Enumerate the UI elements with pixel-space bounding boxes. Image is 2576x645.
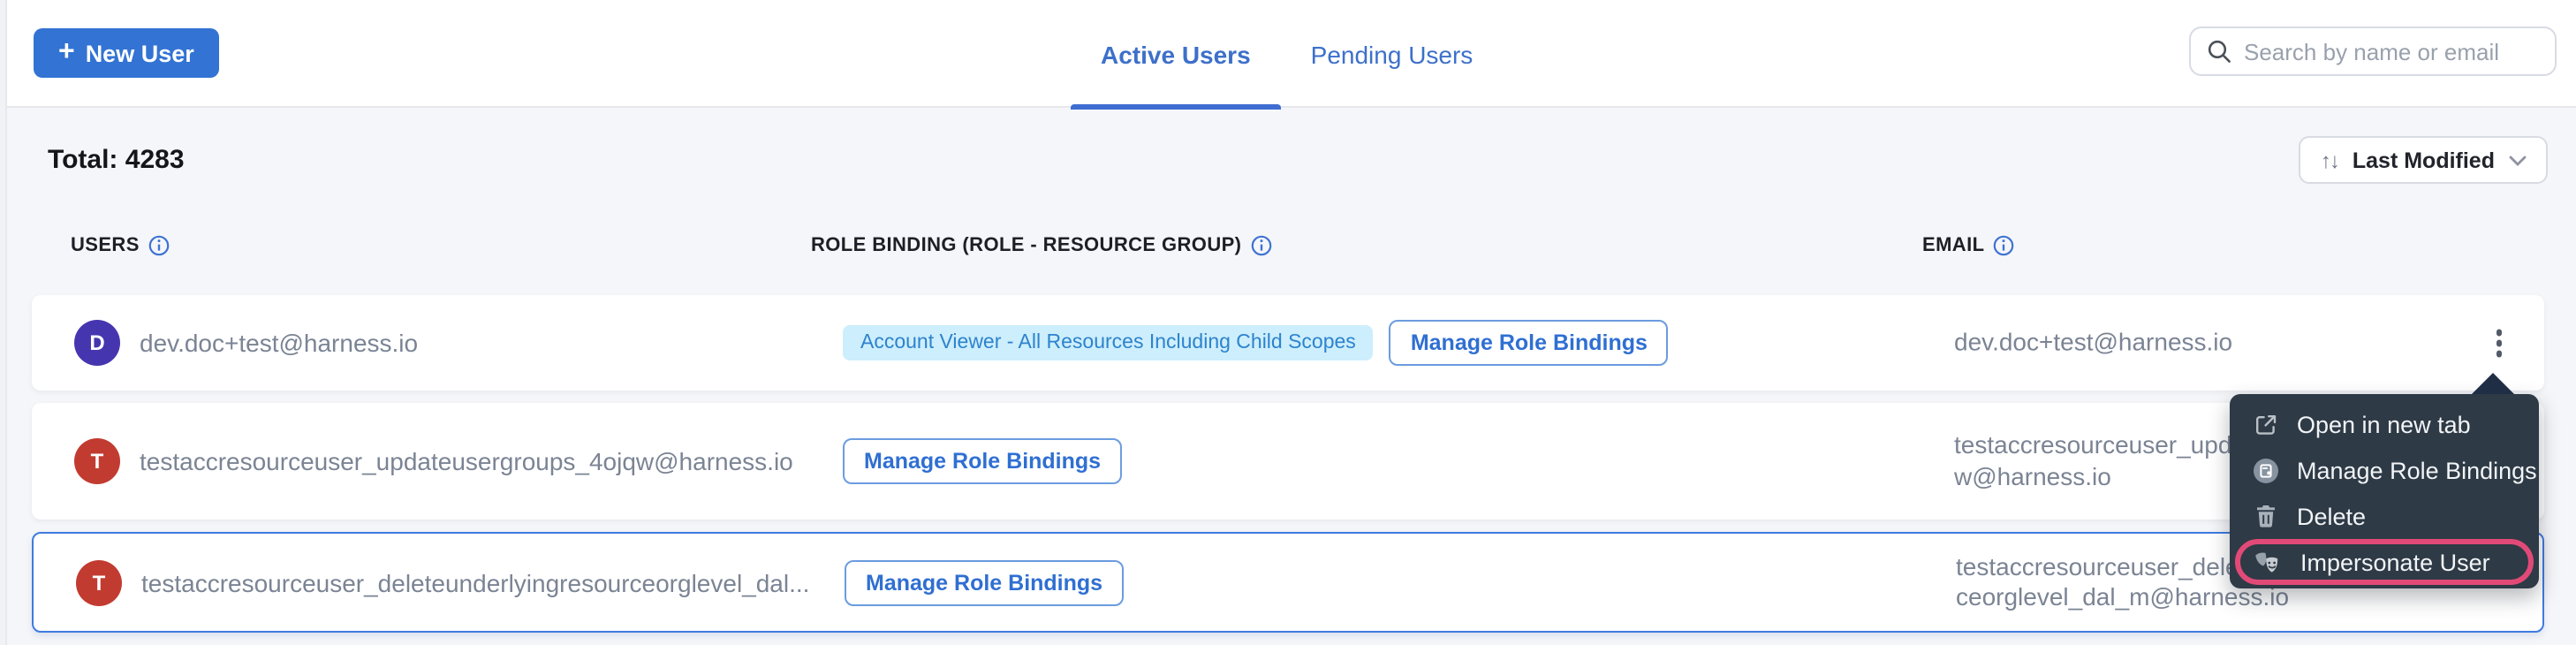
- user-cell: D dev.doc+test@harness.io: [74, 320, 418, 366]
- column-header-role-binding-label: ROLE BINDING (ROLE - RESOURCE GROUP): [811, 235, 1241, 256]
- column-header-role-binding: ROLE BINDING (ROLE - RESOURCE GROUP): [811, 235, 1271, 256]
- row-menu-kebab-icon[interactable]: [2489, 322, 2509, 364]
- top-bar: + New User Active Users Pending Users: [0, 0, 2576, 108]
- role-binding-cell: Manage Role Bindings: [845, 559, 1124, 605]
- table-row[interactable]: T testaccresourceuser_updateusergroups_4…: [32, 403, 2544, 520]
- avatar: D: [74, 320, 120, 366]
- avatar: T: [74, 438, 120, 484]
- manage-role-bindings-button[interactable]: Manage Role Bindings: [845, 559, 1124, 605]
- column-header-email-label: EMAIL: [1922, 235, 1984, 256]
- user-name: testaccresourceuser_updateusergroups_4oj…: [140, 447, 793, 475]
- menu-item-impersonate-user[interactable]: Impersonate User: [2235, 539, 2534, 585]
- search-box[interactable]: [2189, 27, 2557, 76]
- left-edge-divider: [0, 0, 7, 645]
- role-binding-cell: Manage Role Bindings: [843, 438, 1122, 484]
- info-icon[interactable]: [148, 235, 170, 256]
- menu-item-label: Manage Role Bindings: [2297, 457, 2537, 483]
- sort-dropdown-label: Last Modified: [2352, 148, 2495, 172]
- table-header-row: USERS ROLE BINDING (ROLE - RESOURCE GROU…: [0, 235, 2576, 262]
- role-bindings-icon: [2251, 457, 2279, 483]
- search-input[interactable]: [2244, 38, 2539, 64]
- trash-icon: [2251, 504, 2279, 528]
- column-header-email: EMAIL: [1922, 235, 2014, 256]
- plus-icon: +: [58, 38, 75, 66]
- manage-role-bindings-button[interactable]: Manage Role Bindings: [843, 438, 1122, 484]
- context-menu: Open in new tab Manage Role Bindings Del…: [2230, 394, 2539, 588]
- table-row-selected[interactable]: T testaccresourceuser_deleteunderlyingre…: [32, 532, 2544, 633]
- user-cell: T testaccresourceuser_updateusergroups_4…: [74, 438, 793, 484]
- menu-item-manage-role-bindings[interactable]: Manage Role Bindings: [2230, 447, 2539, 493]
- menu-item-label: Impersonate User: [2300, 549, 2490, 575]
- tab-active-users[interactable]: Active Users: [1071, 0, 1281, 108]
- tab-pending-users[interactable]: Pending Users: [1281, 0, 1504, 108]
- user-management-page: + New User Active Users Pending Users To…: [0, 0, 2576, 645]
- sort-dropdown[interactable]: ↑↓ Last Modified: [2299, 136, 2548, 184]
- menu-item-label: Open in new tab: [2297, 411, 2471, 437]
- theater-masks-icon: [2254, 550, 2283, 573]
- context-menu-caret: [2472, 373, 2514, 394]
- user-name: testaccresourceuser_deleteunderlyingreso…: [141, 568, 809, 596]
- column-header-users-label: USERS: [71, 235, 140, 256]
- role-binding-tag: Account Viewer - All Resources Including…: [843, 325, 1374, 360]
- email-line: dev.doc+test@harness.io: [1954, 328, 2232, 359]
- new-user-button-label: New User: [86, 40, 194, 66]
- role-binding-cell: Account Viewer - All Resources Including…: [843, 320, 1669, 366]
- email-cell: dev.doc+test@harness.io: [1954, 328, 2232, 359]
- info-icon[interactable]: [1993, 235, 2014, 256]
- info-icon[interactable]: [1250, 235, 1271, 256]
- chevron-down-icon: [2509, 155, 2527, 165]
- user-name: dev.doc+test@harness.io: [140, 329, 418, 357]
- menu-item-label: Delete: [2297, 503, 2366, 529]
- open-in-new-tab-icon: [2251, 413, 2279, 436]
- menu-item-delete[interactable]: Delete: [2230, 493, 2539, 539]
- new-user-button[interactable]: + New User: [34, 28, 219, 78]
- menu-item-open-in-new-tab[interactable]: Open in new tab: [2230, 401, 2539, 447]
- manage-role-bindings-button[interactable]: Manage Role Bindings: [1390, 320, 1669, 366]
- total-count: Total: 4283: [48, 145, 185, 175]
- avatar: T: [76, 559, 122, 605]
- column-header-users: USERS: [71, 235, 170, 256]
- sort-arrows-icon: ↑↓: [2321, 148, 2338, 172]
- search-icon: [2207, 39, 2231, 64]
- tab-bar: Active Users Pending Users: [1071, 0, 1503, 108]
- user-cell: T testaccresourceuser_deleteunderlyingre…: [76, 559, 809, 605]
- table-row[interactable]: D dev.doc+test@harness.io Account Viewer…: [32, 295, 2544, 391]
